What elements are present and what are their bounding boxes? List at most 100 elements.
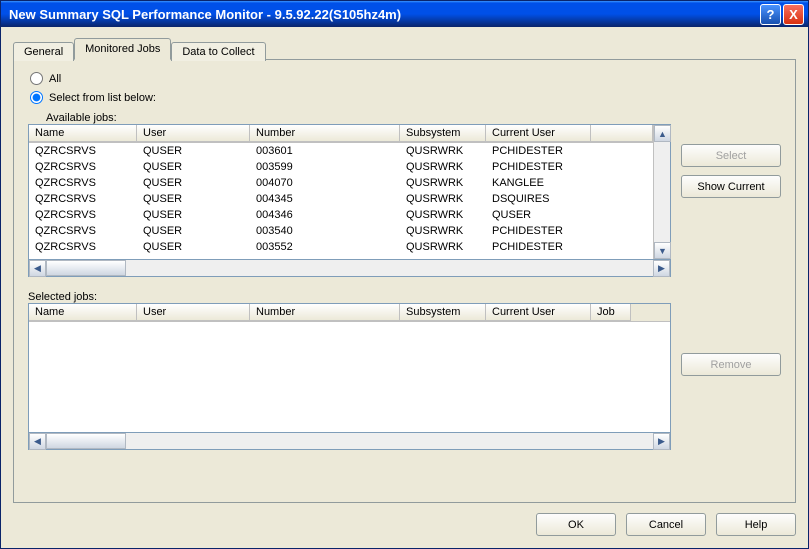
scroll-left-icon[interactable]: ◀ [29, 260, 46, 277]
cell-name: QZRCSRVS [29, 159, 137, 175]
tab-panel-monitored-jobs: All Select from list below: Available jo… [13, 59, 796, 503]
cell-name: QZRCSRVS [29, 223, 137, 239]
radio-all-row[interactable]: All [30, 72, 781, 85]
dialog-buttons: OK Cancel Help [13, 513, 796, 536]
cell-extra [591, 239, 653, 255]
cell-number: 003540 [250, 223, 400, 239]
cell-number: 003601 [250, 143, 400, 159]
cell-user: QUSER [137, 159, 250, 175]
dialog-client: General Monitored Jobs Data to Collect A… [1, 27, 808, 548]
col-user[interactable]: User [137, 125, 250, 142]
selected-side-buttons: Remove [681, 303, 781, 450]
available-vscrollbar[interactable]: ▲ ▼ [653, 125, 670, 259]
scroll-up-icon[interactable]: ▲ [654, 125, 671, 142]
cell-subsystem: QUSRWRK [400, 175, 486, 191]
scroll-right-icon[interactable]: ▶ [653, 260, 670, 277]
help-icon[interactable]: ? [760, 4, 781, 25]
cell-subsystem: QUSRWRK [400, 143, 486, 159]
hscroll-track[interactable] [46, 260, 653, 276]
table-row[interactable]: QZRCSRVSQUSER004346QUSRWRKQUSER [29, 207, 653, 223]
help-button[interactable]: Help [716, 513, 796, 536]
sel-col-user[interactable]: User [137, 304, 250, 321]
cell-user: QUSER [137, 239, 250, 255]
sel-col-job[interactable]: Job [591, 304, 631, 321]
sel-hscroll-thumb[interactable] [46, 433, 126, 449]
cell-extra [591, 191, 653, 207]
cell-subsystem: QUSRWRK [400, 207, 486, 223]
sel-col-number[interactable]: Number [250, 304, 400, 321]
cell-user: QUSER [137, 207, 250, 223]
table-row[interactable]: QZRCSRVSQUSER003540QUSRWRKPCHIDESTER [29, 223, 653, 239]
cell-subsystem: QUSRWRK [400, 223, 486, 239]
sel-scroll-right-icon[interactable]: ▶ [653, 433, 670, 450]
radio-all[interactable] [30, 72, 43, 85]
sel-col-subsystem[interactable]: Subsystem [400, 304, 486, 321]
show-current-button[interactable]: Show Current [681, 175, 781, 198]
available-list-block: Name User Number Subsystem Current User … [28, 124, 671, 277]
cell-number: 003552 [250, 239, 400, 255]
selected-hscrollbar[interactable]: ◀ ▶ [28, 433, 671, 450]
tab-monitored-jobs[interactable]: Monitored Jobs [74, 38, 171, 60]
cell-extra [591, 143, 653, 159]
cell-curuser: PCHIDESTER [486, 239, 591, 255]
selected-jobs-label: Selected jobs: [28, 291, 781, 303]
tabs: General Monitored Jobs Data to Collect [13, 37, 796, 59]
remove-button[interactable]: Remove [681, 353, 781, 376]
cell-extra [591, 207, 653, 223]
selected-section: Name User Number Subsystem Current User … [28, 303, 781, 450]
cell-user: QUSER [137, 175, 250, 191]
cell-curuser: PCHIDESTER [486, 159, 591, 175]
table-row[interactable]: QZRCSRVSQUSER004070QUSRWRKKANGLEE [29, 175, 653, 191]
cell-user: QUSER [137, 191, 250, 207]
sel-col-current-user[interactable]: Current User [486, 304, 591, 321]
available-hscrollbar[interactable]: ◀ ▶ [28, 260, 671, 277]
table-row[interactable]: QZRCSRVSQUSER003601QUSRWRKPCHIDESTER [29, 143, 653, 159]
title-bar: New Summary SQL Performance Monitor - 9.… [1, 1, 808, 27]
col-extra[interactable] [591, 125, 653, 142]
available-jobs-list[interactable]: Name User Number Subsystem Current User … [28, 124, 671, 260]
vscroll-track[interactable] [654, 142, 670, 242]
radio-all-label: All [49, 73, 61, 85]
col-subsystem[interactable]: Subsystem [400, 125, 486, 142]
cell-name: QZRCSRVS [29, 191, 137, 207]
tab-general[interactable]: General [13, 42, 74, 61]
cell-curuser: QUSER [486, 207, 591, 223]
selected-jobs-list[interactable]: Name User Number Subsystem Current User … [28, 303, 671, 433]
cell-user: QUSER [137, 143, 250, 159]
cancel-button[interactable]: Cancel [626, 513, 706, 536]
cell-number: 003599 [250, 159, 400, 175]
radio-select-row[interactable]: Select from list below: [30, 91, 781, 104]
sel-hscroll-track[interactable] [46, 433, 653, 449]
selected-list-header: Name User Number Subsystem Current User … [29, 304, 670, 322]
cell-extra [591, 223, 653, 239]
table-row[interactable]: QZRCSRVSQUSER003552QUSRWRKPCHIDESTER [29, 239, 653, 255]
cell-name: QZRCSRVS [29, 207, 137, 223]
cell-curuser: PCHIDESTER [486, 223, 591, 239]
radio-select-label: Select from list below: [49, 92, 156, 104]
table-row[interactable]: QZRCSRVSQUSER004345QUSRWRKDSQUIRES [29, 191, 653, 207]
hscroll-thumb[interactable] [46, 260, 126, 276]
close-icon[interactable]: X [783, 4, 804, 25]
cell-number: 004070 [250, 175, 400, 191]
cell-name: QZRCSRVS [29, 143, 137, 159]
tab-data-to-collect[interactable]: Data to Collect [171, 42, 265, 61]
cell-extra [591, 159, 653, 175]
radio-select-from-list[interactable] [30, 91, 43, 104]
cell-curuser: DSQUIRES [486, 191, 591, 207]
ok-button[interactable]: OK [536, 513, 616, 536]
cell-number: 004346 [250, 207, 400, 223]
col-number[interactable]: Number [250, 125, 400, 142]
cell-name: QZRCSRVS [29, 175, 137, 191]
cell-curuser: PCHIDESTER [486, 143, 591, 159]
cell-subsystem: QUSRWRK [400, 159, 486, 175]
table-row[interactable]: QZRCSRVSQUSER003599QUSRWRKPCHIDESTER [29, 159, 653, 175]
scroll-down-icon[interactable]: ▼ [654, 242, 671, 259]
col-name[interactable]: Name [29, 125, 137, 142]
cell-name: QZRCSRVS [29, 239, 137, 255]
sel-scroll-left-icon[interactable]: ◀ [29, 433, 46, 450]
sel-col-name[interactable]: Name [29, 304, 137, 321]
window-title: New Summary SQL Performance Monitor - 9.… [9, 7, 758, 22]
select-button[interactable]: Select [681, 144, 781, 167]
available-jobs-label: Available jobs: [46, 112, 781, 124]
col-current-user[interactable]: Current User [486, 125, 591, 142]
